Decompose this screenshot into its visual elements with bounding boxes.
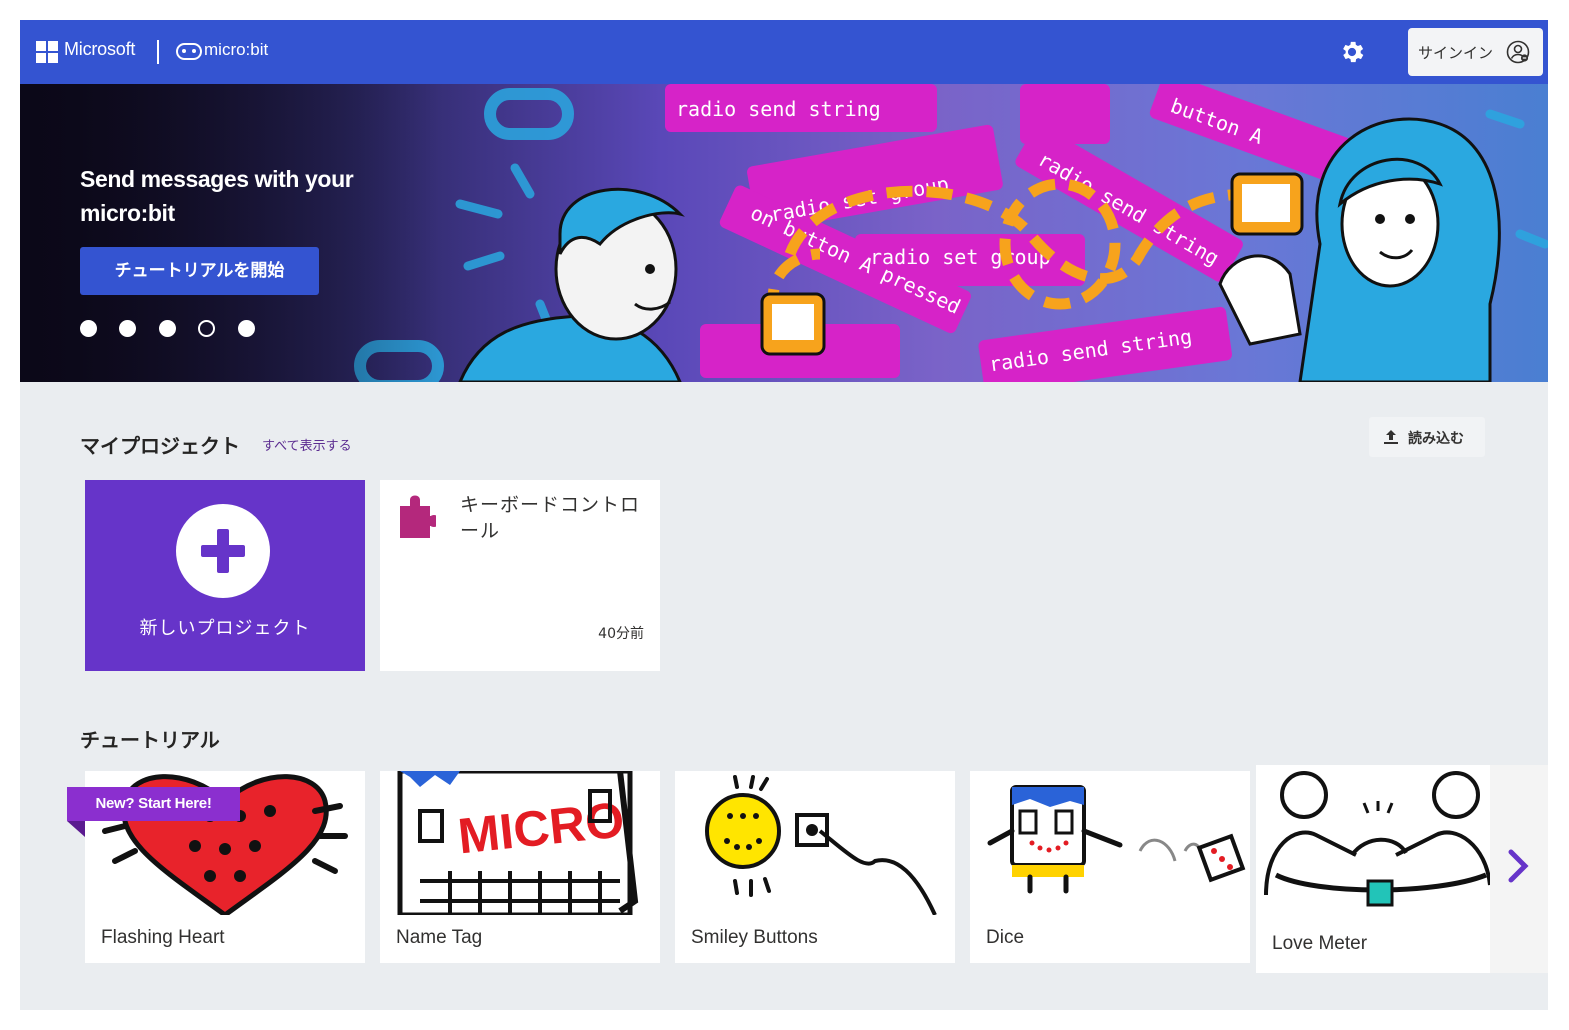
project-timestamp: 40分前: [598, 626, 644, 642]
top-header: Microsoft micro:bit サインイン: [20, 20, 1548, 84]
tutorial-card-love-meter[interactable]: Love Meter: [1256, 765, 1490, 973]
carousel-dot-1[interactable]: [80, 320, 97, 337]
header-divider: [157, 40, 159, 64]
love-meter-thumbnail: [1264, 771, 1490, 907]
signin-button[interactable]: サインイン: [1408, 28, 1543, 76]
tutorial-label: Dice: [986, 927, 1025, 948]
app-window: Microsoft micro:bit サインイン radio send str…: [20, 20, 1548, 1010]
tutorial-label: Smiley Buttons: [691, 927, 818, 948]
project-name: キーボードコントロール: [460, 494, 641, 542]
start-tutorial-button[interactable]: チュートリアルを開始: [80, 247, 319, 295]
svg-text:radio send string: radio send string: [676, 97, 881, 121]
hero-title: Send messages with your micro:bit: [80, 166, 354, 226]
dice-thumbnail: [987, 785, 1246, 894]
new-start-here-badge: New? Start Here!: [67, 787, 240, 821]
name-tag-thumbnail: MICRO: [397, 771, 639, 915]
carousel-dot-4[interactable]: [198, 320, 215, 337]
new-project-label: 新しいプロジェクト: [139, 618, 311, 639]
tutorial-label: Flashing Heart: [101, 927, 225, 948]
import-label: 読み込む: [1408, 431, 1464, 447]
microbit-label[interactable]: micro:bit: [204, 40, 268, 60]
bottom-area: [20, 973, 1548, 1010]
tutorial-label: Name Tag: [396, 927, 483, 948]
plus-icon: [176, 504, 270, 598]
chevron-right-icon[interactable]: [1506, 849, 1530, 883]
puzzle-icon: [400, 495, 436, 538]
badge-ribbon-tail: [67, 821, 85, 837]
tutorial-card-name-tag[interactable]: MICRO Name Tag: [380, 771, 660, 963]
carousel-dot-3[interactable]: [159, 320, 176, 337]
microsoft-label[interactable]: Microsoft: [64, 39, 135, 60]
new-project-card[interactable]: 新しいプロジェクト: [85, 480, 365, 671]
tutorial-label: Love Meter: [1272, 933, 1368, 954]
signin-label: サインイン: [1418, 44, 1494, 62]
tutorial-card-dice[interactable]: Dice: [970, 771, 1250, 963]
microsoft-logo-icon: [36, 41, 58, 63]
microbit-logo-icon: [176, 43, 202, 60]
upload-icon: [1384, 430, 1398, 444]
project-card[interactable]: キーボードコントロール 40分前: [380, 480, 660, 671]
tutorial-card-smiley-buttons[interactable]: Smiley Buttons: [675, 771, 955, 963]
carousel-dot-5[interactable]: [238, 320, 255, 337]
user-icon: [1506, 40, 1530, 64]
my-projects-title: マイプロジェクト: [80, 434, 240, 458]
smiley-buttons-thumbnail: [705, 775, 937, 915]
hero-banner: radio send string radio set group radio …: [20, 84, 1548, 382]
gear-icon[interactable]: [1338, 38, 1366, 66]
tutorials-title: チュートリアル: [80, 728, 220, 752]
hero-illustration: radio send string radio set group radio …: [20, 84, 1548, 382]
carousel-dot-2[interactable]: [119, 320, 136, 337]
import-button[interactable]: 読み込む: [1369, 417, 1485, 457]
see-all-link[interactable]: すべて表示する: [262, 435, 352, 454]
